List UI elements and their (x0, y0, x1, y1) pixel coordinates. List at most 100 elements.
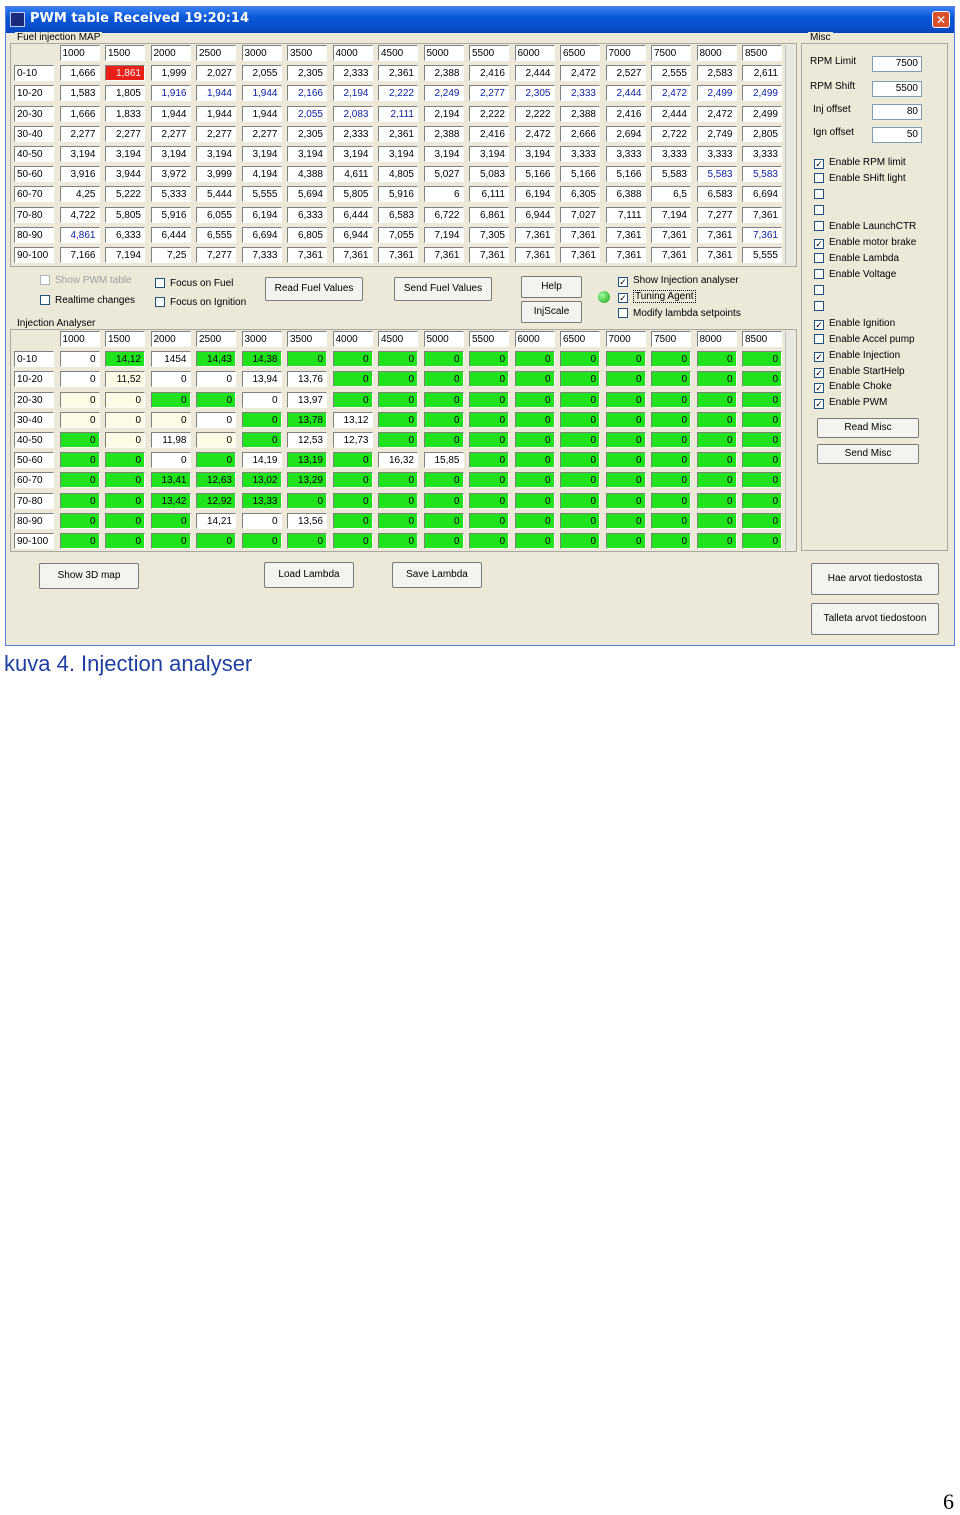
checkbox-box[interactable] (814, 205, 824, 215)
fuel-cell[interactable]: 3,194 (59, 146, 100, 162)
checkbox-box[interactable] (814, 253, 824, 263)
checkbox-box[interactable]: ✓ (814, 368, 824, 378)
checkbox-box[interactable]: ✓ (618, 293, 628, 303)
misc-checkbox[interactable]: ✓ Enable RPM limit (814, 157, 906, 169)
analyser-cell[interactable]: 0 (105, 533, 145, 549)
analyser-cell[interactable]: 0 (332, 512, 373, 529)
analyser-cell[interactable]: 0 (605, 472, 646, 489)
inj-offset-input[interactable]: 80 (872, 104, 922, 120)
analyser-cell[interactable]: 0 (196, 533, 236, 549)
fuel-cell[interactable]: 2,277 (105, 125, 145, 142)
show-injection-analyser-checkbox[interactable]: ✓ Show Injection analyser (618, 275, 739, 287)
fuel-cell[interactable]: 2,277 (150, 125, 191, 142)
fuel-map-scrollbar[interactable] (785, 45, 794, 265)
analyser-cell[interactable]: 0 (742, 391, 782, 408)
analyser-cell[interactable]: 0 (59, 351, 100, 368)
fuel-cell[interactable]: 2,444 (605, 85, 646, 102)
fuel-cell[interactable]: 1,944 (241, 105, 282, 122)
fuel-cell[interactable]: 6,944 (514, 206, 555, 223)
analyser-cell[interactable]: 0 (651, 432, 691, 448)
fuel-cell[interactable]: 6,194 (241, 206, 282, 223)
fuel-cell[interactable]: 6,805 (287, 226, 327, 243)
checkbox-box[interactable] (814, 301, 824, 311)
checkbox-box[interactable]: ✓ (814, 159, 824, 169)
analyser-cell[interactable]: 0 (605, 492, 646, 509)
analyser-cell[interactable]: 0 (696, 533, 737, 549)
analyser-cell[interactable]: 0 (742, 512, 782, 529)
analyser-scrollbar[interactable] (785, 331, 794, 550)
fuel-cell[interactable]: 2,388 (423, 65, 464, 82)
analyser-cell[interactable]: 0 (742, 472, 782, 489)
analyser-cell[interactable]: 0 (514, 432, 555, 448)
fuel-cell[interactable]: 5,694 (287, 186, 327, 203)
analyser-cell[interactable]: 0 (469, 351, 509, 368)
analyser-cell[interactable]: 0 (469, 472, 509, 489)
analyser-cell[interactable]: 13,29 (287, 472, 327, 489)
analyser-cell[interactable]: 0 (423, 432, 464, 448)
misc-checkbox[interactable]: Enable LaunchCTR (814, 221, 916, 232)
save-to-file-button[interactable]: Talleta arvot tiedostoon (811, 603, 939, 635)
analyser-cell[interactable]: 0 (332, 371, 373, 388)
injscale-button[interactable]: InjScale (521, 301, 582, 323)
analyser-cell[interactable]: 0 (287, 351, 327, 368)
fuel-cell[interactable]: 2,277 (59, 125, 100, 142)
fuel-cell[interactable]: 6,055 (196, 206, 236, 223)
fuel-cell[interactable]: 2,222 (378, 85, 418, 102)
analyser-cell[interactable]: 0 (560, 351, 600, 368)
fuel-cell[interactable]: 6,333 (105, 226, 145, 243)
checkbox-box[interactable]: ✓ (814, 399, 824, 409)
fuel-cell[interactable]: 5,805 (105, 206, 145, 223)
fuel-cell[interactable]: 2,361 (378, 125, 418, 142)
fuel-cell[interactable]: 2,416 (469, 125, 509, 142)
analyser-cell[interactable]: 0 (423, 351, 464, 368)
analyser-cell[interactable]: 0 (59, 492, 100, 509)
fuel-cell[interactable]: 2,305 (287, 125, 327, 142)
misc-checkbox[interactable]: ✓ Enable motor brake (814, 237, 916, 249)
analyser-cell[interactable]: 12,73 (332, 432, 373, 448)
analyser-cell[interactable]: 0 (605, 391, 646, 408)
fuel-cell[interactable]: 3,194 (105, 146, 145, 162)
fuel-cell[interactable]: 5,166 (560, 166, 600, 183)
fuel-cell[interactable]: 4,388 (287, 166, 327, 183)
fuel-cell[interactable]: 5,583 (742, 166, 782, 183)
analyser-cell[interactable]: 0 (423, 533, 464, 549)
fuel-cell[interactable]: 6,305 (560, 186, 600, 203)
fuel-cell[interactable]: 6,555 (196, 226, 236, 243)
fuel-cell[interactable]: 7,361 (605, 226, 646, 243)
fuel-cell[interactable]: 2,333 (560, 85, 600, 102)
analyser-cell[interactable]: 0 (651, 411, 691, 428)
ign-offset-input[interactable]: 50 (872, 127, 922, 143)
fuel-cell[interactable]: 5,222 (105, 186, 145, 203)
analyser-cell[interactable]: 0 (332, 391, 373, 408)
analyser-cell[interactable]: 0 (742, 432, 782, 448)
fuel-cell[interactable]: 5,916 (378, 186, 418, 203)
checkbox-box[interactable] (155, 278, 165, 288)
analyser-cell[interactable]: 0 (241, 411, 282, 428)
fuel-cell[interactable]: 1,666 (59, 105, 100, 122)
fuel-cell[interactable]: 1,583 (59, 85, 100, 102)
analyser-cell[interactable]: 0 (651, 351, 691, 368)
analyser-cell[interactable]: 0 (423, 391, 464, 408)
analyser-cell[interactable]: 0 (696, 492, 737, 509)
analyser-cell[interactable]: 0 (469, 492, 509, 509)
rpm-limit-input[interactable]: 7500 (872, 56, 922, 72)
fuel-cell[interactable]: 7,361 (469, 247, 509, 263)
analyser-cell[interactable]: 13,97 (287, 391, 327, 408)
fuel-cell[interactable]: 3,194 (241, 146, 282, 162)
analyser-cell[interactable]: 0 (287, 492, 327, 509)
fuel-cell[interactable]: 2,277 (469, 85, 509, 102)
analyser-cell[interactable]: 0 (59, 432, 100, 448)
fuel-cell[interactable]: 6,5 (651, 186, 691, 203)
checkbox-box[interactable] (814, 285, 824, 295)
analyser-cell[interactable]: 0 (241, 533, 282, 549)
analyser-cell[interactable]: 0 (605, 351, 646, 368)
fuel-cell[interactable]: 2,277 (196, 125, 236, 142)
read-misc-button[interactable]: Read Misc (817, 418, 919, 438)
analyser-cell[interactable]: 0 (560, 472, 600, 489)
fuel-cell[interactable]: 1,666 (59, 65, 100, 82)
save-lambda-button[interactable]: Save Lambda (392, 562, 482, 588)
analyser-cell[interactable]: 13,78 (287, 411, 327, 428)
fuel-cell[interactable]: 7,361 (651, 247, 691, 263)
fuel-cell[interactable]: 7,361 (742, 226, 782, 243)
fuel-cell[interactable]: 2,555 (651, 65, 691, 82)
